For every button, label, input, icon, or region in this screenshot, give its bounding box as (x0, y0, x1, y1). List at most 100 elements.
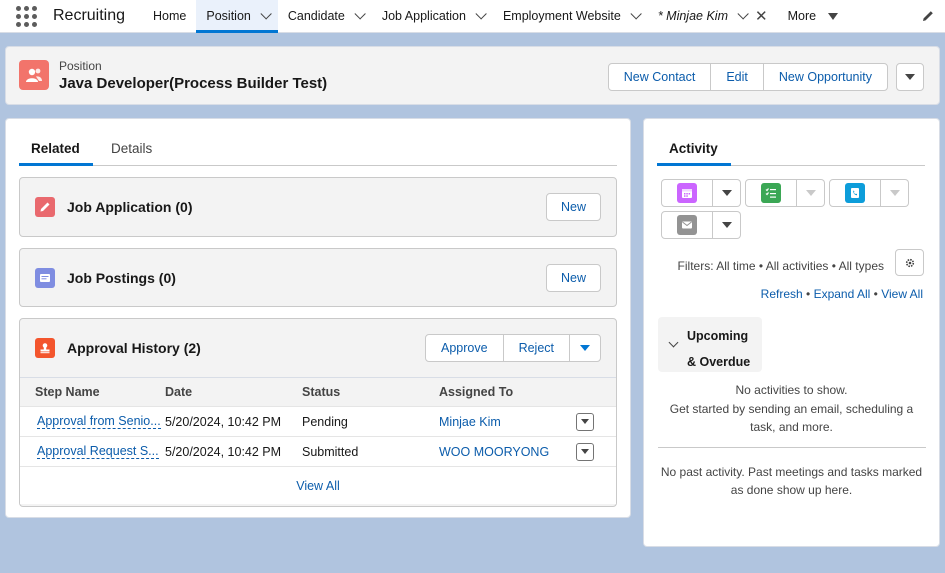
job-application-new-button[interactable]: New (545, 193, 601, 221)
activity-tabs: Activity (657, 139, 925, 166)
new-contact-button[interactable]: New Contact (607, 63, 712, 91)
assigned-to-link[interactable]: WOO MOORYONG (439, 445, 549, 459)
phone-log-icon (845, 183, 865, 203)
nav-item-more[interactable]: More (778, 0, 848, 33)
app-launcher-icon[interactable] (15, 5, 37, 27)
caret-down-icon (581, 419, 589, 424)
column-header-assigned-to: Assigned To (439, 385, 514, 399)
email-dropdown[interactable] (713, 211, 741, 239)
approval-history-related-list: Approval History (2) Approve Reject Step… (19, 318, 617, 507)
new-event-dropdown[interactable] (713, 179, 741, 207)
nav-item-employment-website[interactable]: Employment Website (493, 0, 648, 33)
caret-down-icon (889, 190, 900, 196)
log-call-button[interactable] (829, 179, 881, 207)
nav-item-home[interactable]: Home (143, 0, 196, 33)
approval-history-view-all-link[interactable]: View All (20, 467, 616, 504)
chevron-down-icon[interactable] (354, 8, 366, 20)
email-button[interactable] (661, 211, 713, 239)
approval-actions: Approve Reject (425, 334, 601, 362)
table-header-row: Step Name Date Status Assigned To (20, 378, 616, 407)
record-tabs: Related Details (19, 139, 617, 166)
nav-item-candidate[interactable]: Candidate (278, 0, 372, 33)
no-activities-message: No activities to show. (735, 383, 848, 397)
caret-down-icon (905, 74, 915, 80)
global-nav-bar: Recruiting Home Position Candidate Job A… (0, 0, 945, 33)
close-icon[interactable]: ✕ (755, 7, 768, 25)
job-postings-title[interactable]: Job Postings (0) (67, 270, 176, 286)
caret-down-icon (805, 190, 816, 196)
calendar-icon (677, 183, 697, 203)
activity-links: Refresh • Expand All • View All (760, 287, 923, 301)
caret-down-icon (580, 345, 590, 351)
assigned-to-link[interactable]: Minjae Kim (439, 415, 501, 429)
expand-all-link[interactable]: Expand All (814, 287, 871, 301)
approval-more-button[interactable] (569, 334, 601, 362)
get-started-message: Get started by sending an email, schedul… (669, 402, 914, 434)
posting-icon (35, 268, 55, 288)
nav-item-position[interactable]: Position (196, 0, 278, 33)
task-list-icon (761, 183, 781, 203)
new-opportunity-button[interactable]: New Opportunity (762, 63, 888, 91)
tab-activity[interactable]: Activity (657, 139, 731, 166)
table-row: Approval Request S... 5/20/2024, 10:42 P… (20, 437, 616, 467)
job-application-related-list: Job Application (0) New (19, 177, 617, 237)
record-header: Position Java Developer(Process Builder … (5, 46, 940, 105)
step-name-link[interactable]: Approval from Senio... (37, 414, 161, 429)
tab-related[interactable]: Related (19, 139, 93, 166)
chevron-down-icon[interactable] (630, 8, 642, 20)
related-list-header: Job Application (0) (35, 197, 192, 217)
caret-down-icon (581, 449, 589, 454)
activity-filters-text: Filters: All time • All activities • All… (677, 259, 884, 273)
activity-divider (658, 447, 926, 448)
record-actions: New Contact Edit New Opportunity (607, 63, 924, 91)
email-publisher (661, 211, 741, 239)
new-task-button[interactable] (745, 179, 797, 207)
related-list-header: Approval History (2) (35, 338, 201, 358)
date-cell: 5/20/2024, 10:42 PM (165, 414, 282, 429)
reject-button[interactable]: Reject (502, 334, 570, 362)
related-list-header: Job Postings (0) (35, 268, 176, 288)
nav-item-job-application[interactable]: Job Application (372, 0, 493, 33)
position-icon (19, 60, 49, 90)
more-actions-button[interactable] (896, 63, 924, 91)
view-all-link[interactable]: View All (881, 287, 923, 301)
gear-icon (905, 258, 914, 267)
pencil-icon (35, 197, 55, 217)
date-cell: 5/20/2024, 10:42 PM (165, 444, 282, 459)
log-call-dropdown[interactable] (881, 179, 909, 207)
row-actions-button[interactable] (576, 442, 594, 461)
status-cell: Pending (302, 414, 348, 429)
log-call-publisher (829, 179, 909, 207)
job-application-title[interactable]: Job Application (0) (67, 199, 192, 215)
edit-nav-pencil-icon[interactable] (921, 9, 935, 23)
new-event-button[interactable] (661, 179, 713, 207)
activity-settings-button[interactable] (895, 249, 924, 276)
approval-history-title[interactable]: Approval History (2) (67, 340, 201, 356)
record-object-label: Position (59, 59, 102, 73)
chevron-down-icon[interactable] (260, 8, 272, 20)
chevron-down-icon (668, 337, 679, 348)
nav-item-minjae-kim[interactable]: * Minjae Kim ✕ (648, 0, 778, 33)
step-name-link[interactable]: Approval Request S... (37, 444, 159, 459)
chevron-down-icon[interactable] (737, 8, 749, 20)
caret-down-icon (828, 12, 839, 20)
upcoming-overdue-toggle[interactable]: Upcoming & Overdue (658, 317, 762, 372)
job-postings-new-button[interactable]: New (545, 264, 601, 292)
edit-button[interactable]: Edit (710, 63, 764, 91)
upcoming-overdue-label: Upcoming & Overdue (687, 329, 751, 369)
new-task-dropdown[interactable] (797, 179, 825, 207)
approve-button[interactable]: Approve (425, 334, 504, 362)
row-actions-button[interactable] (576, 412, 594, 431)
record-title: Java Developer(Process Builder Test) (59, 75, 328, 92)
stamp-icon (35, 338, 55, 358)
table-row: Approval from Senio... 5/20/2024, 10:42 … (20, 407, 616, 437)
tab-details[interactable]: Details (99, 139, 164, 166)
no-past-activity-message: No past activity. Past meetings and task… (660, 465, 923, 497)
approval-history-table: Step Name Date Status Assigned To Approv… (20, 377, 616, 504)
caret-down-icon (721, 222, 732, 228)
new-event-publisher (661, 179, 741, 207)
chevron-down-icon[interactable] (475, 8, 487, 20)
job-postings-related-list: Job Postings (0) New (19, 248, 617, 307)
refresh-link[interactable]: Refresh (761, 287, 803, 301)
column-header-status: Status (302, 385, 341, 399)
